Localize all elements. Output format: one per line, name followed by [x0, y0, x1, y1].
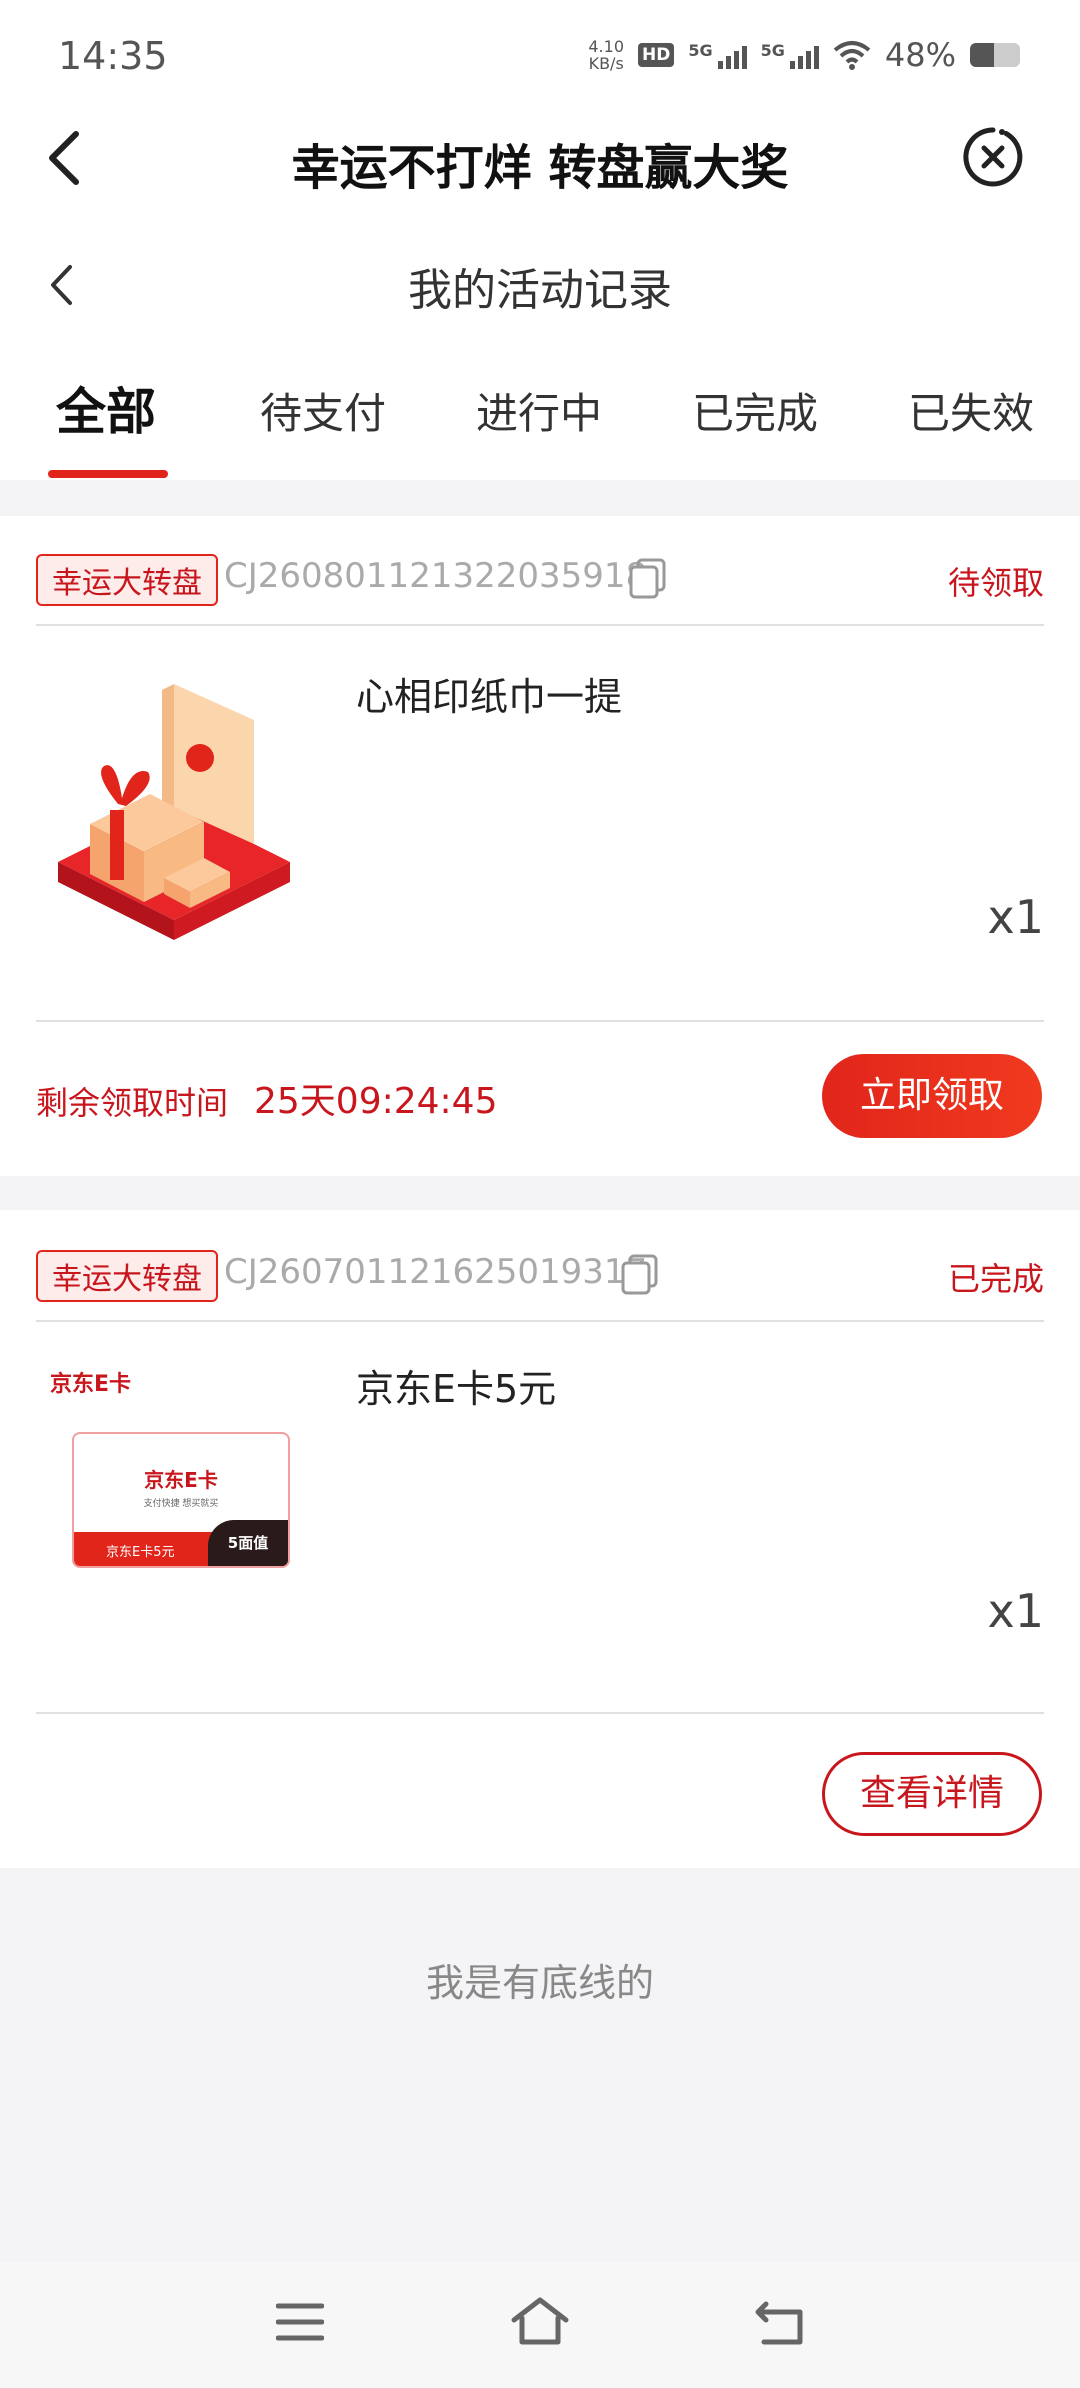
tab-completed[interactable]: 已完成	[692, 380, 818, 441]
quantity: x1	[987, 890, 1045, 944]
ecard-slogan: 支付快捷 想买就买	[143, 1499, 219, 1509]
status-bar: 14:35 4.10 KB/s HD 5G 5G 48%	[0, 0, 1080, 120]
ecard-bottom-label: 京东E卡5元	[106, 1545, 175, 1560]
divider	[36, 1320, 1044, 1322]
tab-in-progress[interactable]: 进行中	[476, 380, 602, 441]
status-icons: 4.10 KB/s HD 5G 5G 48%	[588, 36, 1020, 74]
countdown-value: 25天09:24:45	[254, 1081, 498, 1122]
record-status: 已完成	[947, 1260, 1044, 1298]
ecard-title: 京东E卡	[144, 1468, 218, 1492]
signal-icon: 5G	[688, 41, 747, 69]
wifi-icon	[833, 41, 871, 70]
order-number: CJ260801121322035918	[224, 556, 648, 596]
status-time: 14:35	[58, 34, 168, 78]
home-icon[interactable]	[510, 2296, 570, 2346]
view-details-button[interactable]: 查看详情	[822, 1752, 1042, 1836]
order-number: CJ260701121625019317	[224, 1252, 648, 1292]
divider	[36, 1712, 1044, 1714]
menu-icon[interactable]	[276, 2302, 324, 2342]
end-of-list-text: 我是有底线的	[425, 1961, 654, 2005]
ecard-brand: 京东E卡	[50, 1372, 132, 1397]
battery-percent: 48%	[884, 36, 956, 74]
divider	[36, 624, 1044, 626]
tab-pending-payment[interactable]: 待支付	[260, 380, 386, 441]
divider	[36, 1020, 1044, 1022]
hd-icon: HD	[638, 43, 675, 67]
subheader-title: 我的活动记录	[408, 265, 672, 316]
claim-now-button[interactable]: 立即领取	[822, 1054, 1042, 1138]
copy-icon[interactable]	[628, 556, 668, 600]
back-nav-icon[interactable]	[754, 2300, 806, 2346]
record-status: 待领取	[947, 564, 1044, 602]
tab-indicator	[48, 470, 168, 478]
gift-box-image	[58, 684, 290, 940]
quantity: x1	[987, 1584, 1045, 1638]
activity-tag: 幸运大转盘	[36, 1250, 218, 1302]
copy-icon[interactable]	[620, 1252, 660, 1296]
battery-icon	[970, 43, 1020, 67]
countdown-label: 剩余领取时间	[36, 1084, 229, 1122]
page-title: 幸运不打烊 转盘赢大奖	[291, 140, 789, 196]
signal-icon-2: 5G	[761, 41, 819, 69]
ecard-value-badge: 5面值	[208, 1520, 288, 1566]
ecard-image: 京东E卡 支付快捷 想买就买 京东E卡5元 5面值	[72, 1432, 290, 1568]
net-speed: 4.10 KB/s	[588, 37, 624, 73]
product-name: 京东E卡5元	[356, 1367, 557, 1411]
close-circle-icon[interactable]	[962, 126, 1024, 188]
activity-tag: 幸运大转盘	[36, 554, 218, 606]
product-name: 心相印纸巾一提	[356, 675, 623, 719]
tab-expired[interactable]: 已失效	[908, 380, 1034, 441]
tab-all[interactable]: 全部	[56, 372, 156, 444]
